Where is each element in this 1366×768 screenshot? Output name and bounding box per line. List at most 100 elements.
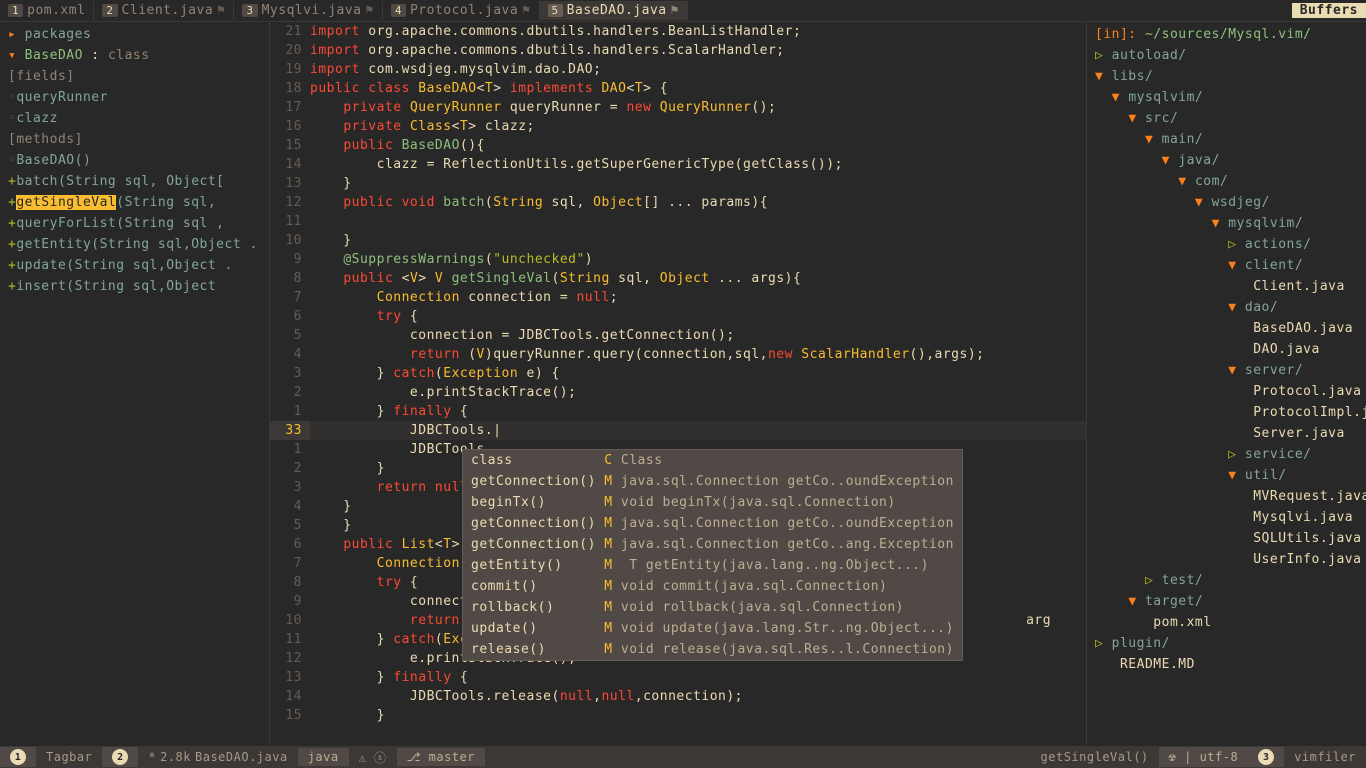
code-line[interactable]: 13 } finally { — [270, 668, 1086, 687]
completion-item[interactable]: class C Class — [463, 450, 962, 471]
code-line[interactable]: 3 } catch(Exception e) { — [270, 364, 1086, 383]
tree-file[interactable]: ProtocolImpl.java — [1091, 402, 1362, 423]
code-line[interactable]: 20import org.apache.commons.dbutils.hand… — [270, 41, 1086, 60]
sl-filetype: java — [298, 748, 349, 766]
code-line[interactable]: 1 } finally { — [270, 402, 1086, 421]
tagbar-field[interactable]: ◦queryRunner — [0, 87, 269, 108]
tree-file[interactable]: pom.xml — [1091, 612, 1362, 633]
tree-dir[interactable]: ▼ target/ — [1091, 591, 1362, 612]
code-line[interactable]: 21import org.apache.commons.dbutils.hand… — [270, 22, 1086, 41]
tree-dir[interactable]: ▼ client/ — [1091, 255, 1362, 276]
completion-popup[interactable]: class C ClassgetConnection() M java.sql.… — [462, 449, 963, 661]
editor-pane[interactable]: 21import org.apache.commons.dbutils.hand… — [270, 22, 1086, 746]
tree-file[interactable]: Client.java — [1091, 276, 1362, 297]
code-line[interactable]: 17 private QueryRunner queryRunner = new… — [270, 98, 1086, 117]
completion-item[interactable]: commit() M void commit(java.sql.Connecti… — [463, 576, 962, 597]
tagbar-packages[interactable]: ▸ packages — [0, 24, 269, 45]
code-line[interactable]: 2 e.printStackTrace(); — [270, 383, 1086, 402]
tagbar-method-current[interactable]: +getSingleVal(String sql, — [0, 192, 269, 213]
tree-dir[interactable]: ▷ actions/ — [1091, 234, 1362, 255]
sl-left-mode: 1 — [0, 747, 36, 767]
tagbar-method[interactable]: +insert(String sql,Object — [0, 276, 269, 297]
code-line[interactable]: 11 — [270, 212, 1086, 231]
sl-bufnum-right: 3 — [1248, 747, 1284, 767]
code-line[interactable]: 10 } — [270, 231, 1086, 250]
code-line[interactable]: 4 return (V)queryRunner.query(connection… — [270, 345, 1086, 364]
tree-dir[interactable]: ▷ service/ — [1091, 444, 1362, 465]
sl-encoding: ☢ | utf-8 — [1159, 747, 1249, 767]
tree-dir[interactable]: ▼ mysqlvim/ — [1091, 87, 1362, 108]
code-line[interactable]: 9 @SuppressWarnings("unchecked") — [270, 250, 1086, 269]
tree-dir[interactable]: ▼ dao/ — [1091, 297, 1362, 318]
code-line[interactable]: 15 public BaseDAO(){ — [270, 136, 1086, 155]
code-line[interactable]: 33 JDBCTools.| — [270, 421, 1086, 440]
tree-file[interactable]: BaseDAO.java — [1091, 318, 1362, 339]
completion-item[interactable]: beginTx() M void beginTx(java.sql.Connec… — [463, 492, 962, 513]
code-line[interactable]: 14 clazz = ReflectionUtils.getSuperGener… — [270, 155, 1086, 174]
tree-file[interactable]: DAO.java — [1091, 339, 1362, 360]
completion-item[interactable]: getEntity() M T getEntity(java.lang..ng.… — [463, 555, 962, 576]
completion-item[interactable]: getConnection() M java.sql.Connection ge… — [463, 471, 962, 492]
completion-item[interactable]: release() M void release(java.sql.Res..l… — [463, 639, 962, 660]
tree-dir[interactable]: ▷ plugin/ — [1091, 633, 1362, 654]
tree-dir[interactable]: ▼ mysqlvim/ — [1091, 213, 1362, 234]
tree-dir[interactable]: ▼ util/ — [1091, 465, 1362, 486]
tab-basedao[interactable]: 5BaseDAO.java ⚑ — [540, 1, 688, 20]
sl-syntax: ⚠ ⓢ — [349, 747, 397, 768]
tree-dir[interactable]: ▼ java/ — [1091, 150, 1362, 171]
tree-dir[interactable]: ▷ autoload/ — [1091, 45, 1362, 66]
code-line[interactable]: 18public class BaseDAO<T> implements DAO… — [270, 79, 1086, 98]
tree-file[interactable]: SQLUtils.java — [1091, 528, 1362, 549]
completion-item[interactable]: rollback() M void rollback(java.sql.Conn… — [463, 597, 962, 618]
tagbar-class[interactable]: ▾ BaseDAO : class — [0, 45, 269, 66]
tree-dir[interactable]: ▼ wsdjeg/ — [1091, 192, 1362, 213]
sl-tagbar: Tagbar — [36, 748, 102, 766]
code-line[interactable]: 7 Connection connection = null; — [270, 288, 1086, 307]
code-line[interactable]: 6 try { — [270, 307, 1086, 326]
sl-vimfiler: vimfiler — [1284, 747, 1366, 767]
tagbar-field[interactable]: ◦clazz — [0, 108, 269, 129]
tree-dir[interactable]: ▼ com/ — [1091, 171, 1362, 192]
code-line[interactable]: 19import com.wsdjeg.mysqlvim.dao.DAO; — [270, 60, 1086, 79]
code-line[interactable]: 5 connection = JDBCTools.getConnection()… — [270, 326, 1086, 345]
code-line[interactable]: 16 private Class<T> clazz; — [270, 117, 1086, 136]
tree-file[interactable]: UserInfo.java — [1091, 549, 1362, 570]
tree-file[interactable]: Mysqlvi.java — [1091, 507, 1362, 528]
completion-item[interactable]: getConnection() M java.sql.Connection ge… — [463, 534, 962, 555]
sl-func: getSingleVal() — [1031, 747, 1159, 767]
code-line[interactable]: 14 JDBCTools.release(null,null,connectio… — [270, 687, 1086, 706]
code-line[interactable]: 12 public void batch(String sql, Object[… — [270, 193, 1086, 212]
file-tree-panel: [in]: ~/sources/Mysql.vim/ ▷ autoload/▼ … — [1086, 22, 1366, 746]
tree-dir[interactable]: ▷ test/ — [1091, 570, 1362, 591]
tree-dir[interactable]: ▼ server/ — [1091, 360, 1362, 381]
sl-file: * 2.8k BaseDAO.java — [138, 748, 297, 766]
code-line[interactable]: 15 } — [270, 706, 1086, 725]
tab-client[interactable]: 2Client.java ⚑ — [94, 1, 234, 20]
tree-header: [in]: ~/sources/Mysql.vim/ — [1091, 24, 1362, 45]
sl-bufnum: 2 — [102, 747, 138, 767]
completion-item[interactable]: update() M void update(java.lang.Str..ng… — [463, 618, 962, 639]
tab-pom[interactable]: 1pom.xml — [0, 1, 94, 20]
tree-file[interactable]: Server.java — [1091, 423, 1362, 444]
statusline: 1 Tagbar 2 * 2.8k BaseDAO.java java ⚠ ⓢ … — [0, 746, 1366, 768]
code-line[interactable]: 13 } — [270, 174, 1086, 193]
tree-file[interactable]: MVRequest.java — [1091, 486, 1362, 507]
completion-item[interactable]: getConnection() M java.sql.Connection ge… — [463, 513, 962, 534]
tab-protocol[interactable]: 4Protocol.java ⚑ — [383, 1, 540, 20]
tree-file[interactable]: Protocol.java — [1091, 381, 1362, 402]
buffers-label: Buffers — [1292, 3, 1366, 18]
tree-file[interactable]: README.MD — [1091, 654, 1362, 675]
tagbar-fields-label: [fields] — [0, 66, 269, 87]
tagbar-method[interactable]: +queryForList(String sql , — [0, 213, 269, 234]
tree-dir[interactable]: ▼ libs/ — [1091, 66, 1362, 87]
tagbar-method[interactable]: +getEntity(String sql,Object . — [0, 234, 269, 255]
tagbar-methods-label: [methods] — [0, 129, 269, 150]
tagbar-method[interactable]: ◦BaseDAO() — [0, 150, 269, 171]
code-line[interactable]: 8 public <V> V getSingleVal(String sql, … — [270, 269, 1086, 288]
tagbar-panel: ▸ packages ▾ BaseDAO : class [fields] ◦q… — [0, 22, 270, 746]
tab-mysqlvi[interactable]: 3Mysqlvi.java ⚑ — [234, 1, 382, 20]
tagbar-method[interactable]: +batch(String sql, Object[ — [0, 171, 269, 192]
tree-dir[interactable]: ▼ main/ — [1091, 129, 1362, 150]
tagbar-method[interactable]: +update(String sql,Object . — [0, 255, 269, 276]
tree-dir[interactable]: ▼ src/ — [1091, 108, 1362, 129]
